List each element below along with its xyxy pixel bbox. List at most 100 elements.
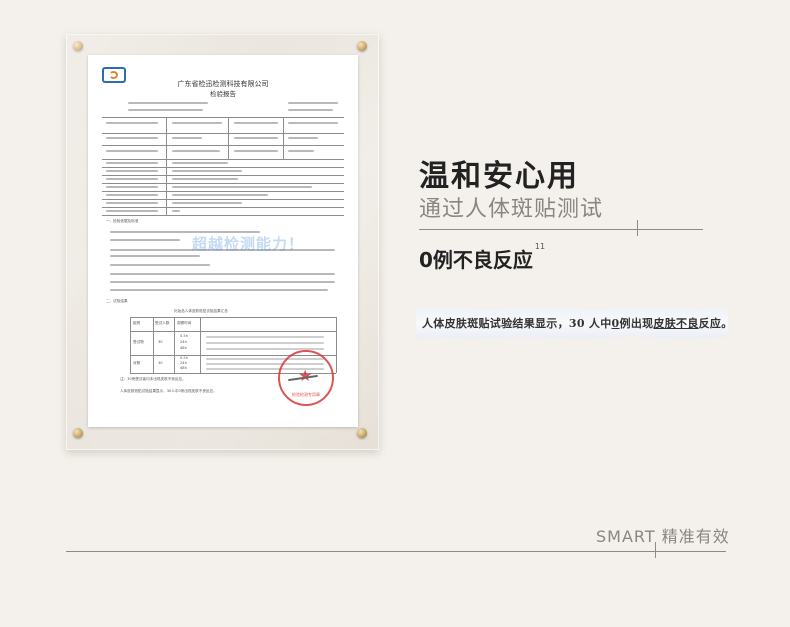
stamp-text: 检验检测专用章 xyxy=(292,392,320,397)
excerpt-part: 例出现 xyxy=(619,317,654,330)
divider-line xyxy=(419,229,703,230)
report-text-line xyxy=(106,137,158,139)
subheadline: 通过人体斑贴测试 xyxy=(419,197,604,222)
report-table-rule xyxy=(102,183,344,184)
report-text-line xyxy=(234,122,278,124)
report-text-line xyxy=(172,162,228,164)
excerpt-part: 反应。 xyxy=(698,317,733,330)
report-section-heading: 二、试验结果 xyxy=(106,299,128,303)
report-text-line xyxy=(110,264,210,266)
report-text-line xyxy=(288,122,338,124)
results-table-title: 化妆品人体皮肤斑贴试验结果汇总 xyxy=(174,309,228,313)
report-text-line xyxy=(172,137,202,139)
report-text-line xyxy=(106,186,158,188)
report-text-line xyxy=(106,210,158,212)
report-title: 检验报告 xyxy=(210,90,236,98)
report-text-line xyxy=(106,170,158,172)
report-table-rule xyxy=(102,159,344,160)
results-row-label: 对照 xyxy=(133,361,141,365)
report-table-rule xyxy=(102,145,344,146)
results-values xyxy=(206,336,324,338)
report-table-rule xyxy=(102,207,344,208)
divider-tick xyxy=(637,220,638,236)
results-row-time: 0.5h xyxy=(180,334,188,338)
report-text-line xyxy=(234,137,278,139)
report-text-line xyxy=(172,210,180,212)
report-conclusion: 人体皮肤斑贴试验结果显示，30人中0例出现皮肤不良反应。 xyxy=(120,389,217,393)
report-text-line xyxy=(106,178,158,180)
results-table-rule xyxy=(130,317,336,318)
report-text-line xyxy=(288,102,338,104)
results-row-count: 30 xyxy=(158,340,163,344)
report-text-line xyxy=(288,137,318,139)
report-text-line xyxy=(172,194,268,196)
results-table-rule xyxy=(336,317,337,373)
report-text-line xyxy=(106,162,158,164)
report-text-line xyxy=(172,170,242,172)
bottom-divider-tick xyxy=(655,542,656,558)
report-table-rule xyxy=(166,117,167,215)
report-section-heading: 一、检验依据及标准 xyxy=(106,219,139,223)
smart-tagline: SMART 精准有效 xyxy=(596,527,730,546)
report-text-line xyxy=(172,202,242,204)
results-table-rule xyxy=(130,317,131,373)
report-footnote: 注：30例受试者均未出现皮肤不良反应。 xyxy=(120,377,186,381)
frame-screw xyxy=(73,428,83,438)
report-excerpt-clipping: 人体皮肤斑贴试验结果显示，30 人中0例出现皮肤不良反应。 xyxy=(416,307,728,339)
report-text-line xyxy=(172,186,312,188)
report-table-rule xyxy=(102,117,344,118)
claim-text: 0例不良反应11 xyxy=(419,242,546,273)
excerpt-highlight: 0 xyxy=(611,317,620,330)
report-text-line xyxy=(106,202,158,204)
report-text-line xyxy=(106,194,158,196)
test-report-document: 广东省检迅检测科技有限公司 检验报告 一、检验依据及标准 二、试验结果 超越检测… xyxy=(88,55,358,427)
report-text-line xyxy=(172,178,238,180)
results-row-time: 48h xyxy=(180,366,187,370)
report-text-line xyxy=(172,122,222,124)
report-table-rule xyxy=(102,191,344,192)
results-row-time: 48h xyxy=(180,346,187,350)
report-table-rule xyxy=(102,175,344,176)
results-table-rule xyxy=(153,317,154,373)
report-text-line xyxy=(110,281,335,283)
headline: 温和安心用 xyxy=(419,159,579,194)
results-header-count: 受试人数 xyxy=(155,321,170,325)
report-table-rule xyxy=(102,215,344,216)
report-text-line xyxy=(128,102,208,104)
report-table-rule xyxy=(283,117,284,159)
report-text-line xyxy=(110,289,328,291)
report-text-line xyxy=(172,150,220,152)
report-text-line xyxy=(288,150,314,152)
report-text-line xyxy=(128,109,203,111)
bottom-divider-line xyxy=(66,551,726,552)
report-table-rule xyxy=(102,133,344,134)
claim-footnote-mark: 11 xyxy=(534,242,546,251)
results-header-time: 观察时间 xyxy=(177,321,192,325)
report-text-line xyxy=(110,273,335,275)
report-table-rule xyxy=(228,117,229,159)
frame-screw xyxy=(357,41,367,51)
report-text-line xyxy=(234,150,278,152)
report-text-line xyxy=(106,150,158,152)
results-table-rule xyxy=(174,317,175,373)
results-row-time: 24h xyxy=(180,340,187,344)
frame-screw xyxy=(357,428,367,438)
frame-screw xyxy=(73,41,83,51)
report-text-line xyxy=(288,109,333,111)
report-text-line xyxy=(110,239,180,241)
report-text-line xyxy=(110,255,200,257)
excerpt-text: 人体皮肤斑贴试验结果显示，30 人中0例出现皮肤不良反应。 xyxy=(422,315,728,331)
results-row-label: 受试物 xyxy=(133,340,144,344)
results-table-rule xyxy=(130,331,336,332)
results-row-count: 30 xyxy=(158,361,163,365)
claim-main: 0例不良反应 xyxy=(419,248,533,272)
excerpt-highlight: 皮肤不良 xyxy=(653,317,699,330)
report-table-rule xyxy=(102,199,344,200)
results-values xyxy=(206,342,324,344)
report-text-line xyxy=(106,122,158,124)
report-table-rule xyxy=(102,167,344,168)
results-table-rule xyxy=(200,317,201,373)
results-header-group: 组别 xyxy=(133,321,141,325)
report-watermark: 超越检测能力！ xyxy=(192,235,305,253)
excerpt-part: 人体皮肤斑贴试验结果显示，30 人中 xyxy=(422,317,612,330)
